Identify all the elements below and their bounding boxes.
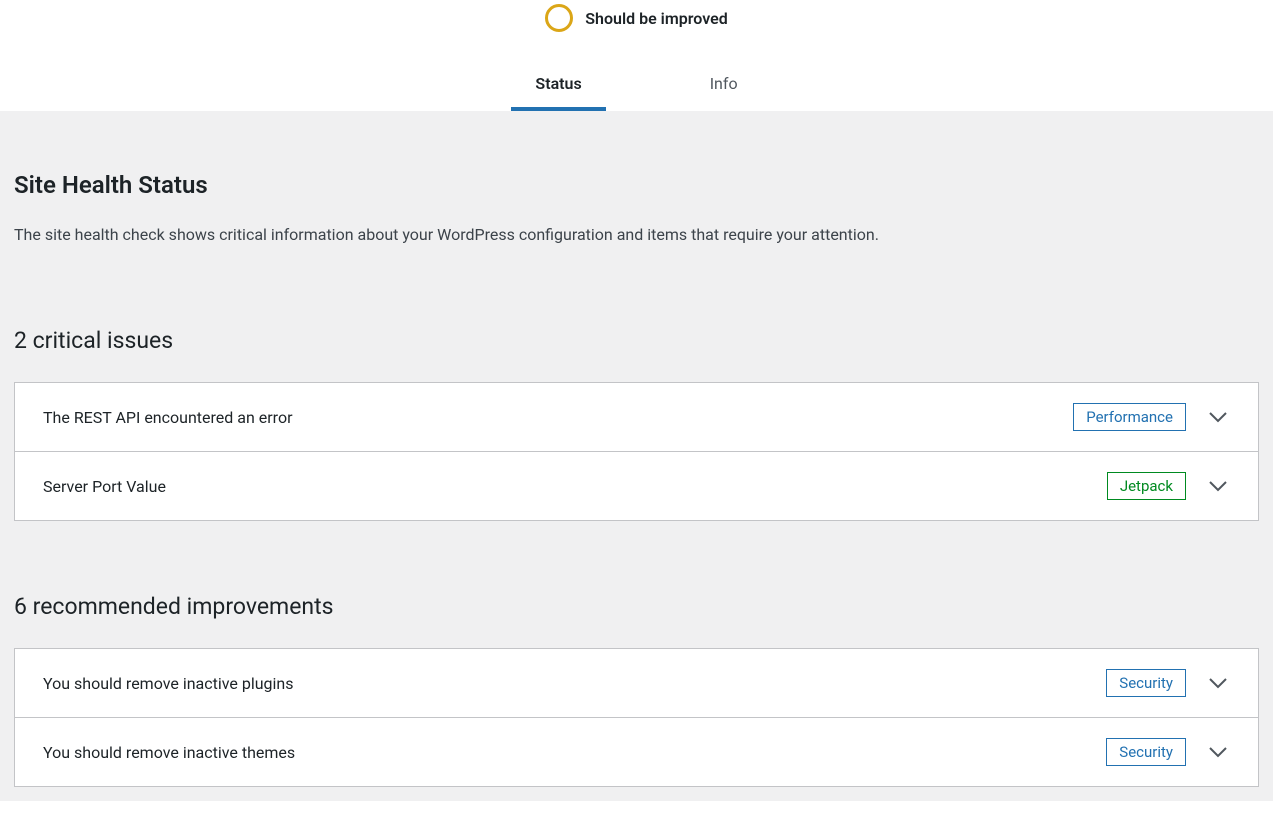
issue-title: Server Port Value	[43, 477, 166, 496]
chevron-down-icon[interactable]	[1206, 740, 1230, 764]
status-text: Should be improved	[585, 9, 727, 28]
issue-meta: Security	[1106, 669, 1230, 697]
chevron-down-icon[interactable]	[1206, 474, 1230, 498]
issue-title: You should remove inactive themes	[43, 743, 295, 762]
header-section: Should be improved Status Info	[0, 0, 1273, 111]
critical-issues-list: The REST API encountered an error Perfor…	[14, 382, 1259, 521]
tab-status[interactable]: Status	[511, 58, 605, 111]
page-title: Site Health Status	[14, 171, 1259, 199]
issue-item[interactable]: You should remove inactive plugins Secur…	[15, 649, 1258, 718]
chevron-down-icon[interactable]	[1206, 405, 1230, 429]
chevron-down-icon[interactable]	[1206, 671, 1230, 695]
tabs-nav: Status Info	[0, 58, 1273, 111]
critical-issues-heading: 2 critical issues	[14, 327, 1259, 354]
issue-meta: Security	[1106, 738, 1230, 766]
issue-meta: Performance	[1073, 403, 1230, 431]
badge-performance: Performance	[1073, 403, 1186, 431]
badge-security: Security	[1106, 669, 1186, 697]
tab-info[interactable]: Info	[686, 58, 762, 111]
issue-item[interactable]: You should remove inactive themes Securi…	[15, 718, 1258, 786]
status-indicator: Should be improved	[0, 4, 1273, 32]
page-description: The site health check shows critical inf…	[14, 223, 1259, 247]
issue-title: The REST API encountered an error	[43, 408, 293, 427]
issue-meta: Jetpack	[1107, 472, 1230, 500]
recommended-issues-list: You should remove inactive plugins Secur…	[14, 648, 1259, 787]
issue-item[interactable]: The REST API encountered an error Perfor…	[15, 383, 1258, 452]
issue-title: You should remove inactive plugins	[43, 674, 294, 693]
issue-item[interactable]: Server Port Value Jetpack	[15, 452, 1258, 520]
content-section: Site Health Status The site health check…	[0, 111, 1273, 801]
badge-security: Security	[1106, 738, 1186, 766]
status-circle-icon	[545, 4, 573, 32]
badge-jetpack: Jetpack	[1107, 472, 1186, 500]
recommended-heading: 6 recommended improvements	[14, 593, 1259, 620]
